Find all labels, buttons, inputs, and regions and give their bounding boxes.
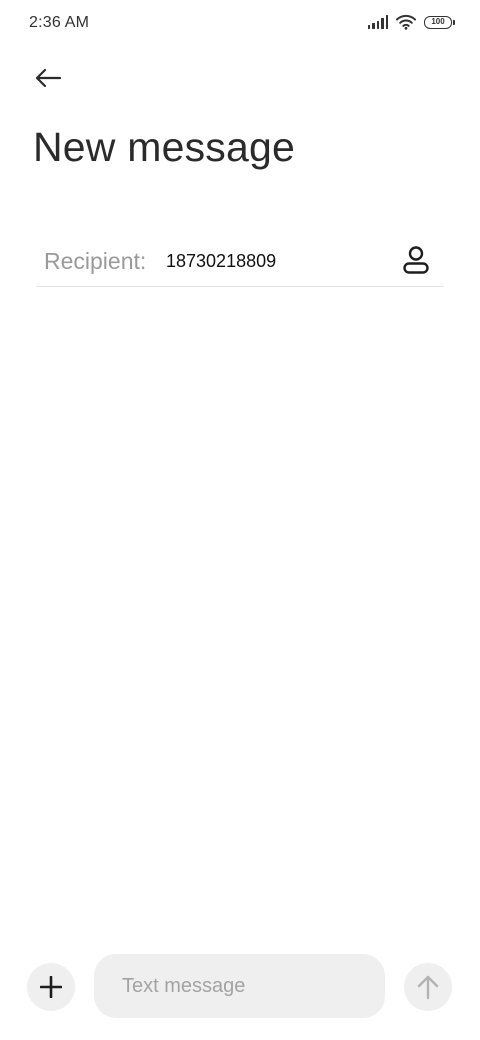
status-icons: 100 bbox=[367, 13, 455, 31]
wifi-icon bbox=[396, 14, 416, 30]
recipient-row: Recipient: bbox=[36, 236, 444, 287]
arrow-up-icon bbox=[417, 975, 439, 1000]
add-attachment-button[interactable] bbox=[27, 963, 75, 1011]
recipient-label: Recipient: bbox=[44, 248, 147, 274]
signal-icon bbox=[367, 15, 388, 29]
back-button[interactable] bbox=[28, 58, 68, 98]
contact-picker-button[interactable] bbox=[398, 242, 434, 278]
person-icon bbox=[403, 246, 429, 274]
status-bar: 2:36 AM 100 bbox=[0, 0, 480, 46]
battery-icon: 100 bbox=[424, 15, 455, 29]
message-box bbox=[94, 954, 385, 1018]
message-input[interactable] bbox=[122, 969, 372, 1003]
arrow-left-icon bbox=[35, 68, 62, 88]
status-time: 2:36 AM bbox=[29, 14, 90, 31]
plus-icon bbox=[40, 976, 62, 998]
page-title: New message bbox=[33, 124, 295, 170]
recipient-input[interactable] bbox=[162, 244, 390, 278]
send-button[interactable] bbox=[404, 963, 452, 1011]
